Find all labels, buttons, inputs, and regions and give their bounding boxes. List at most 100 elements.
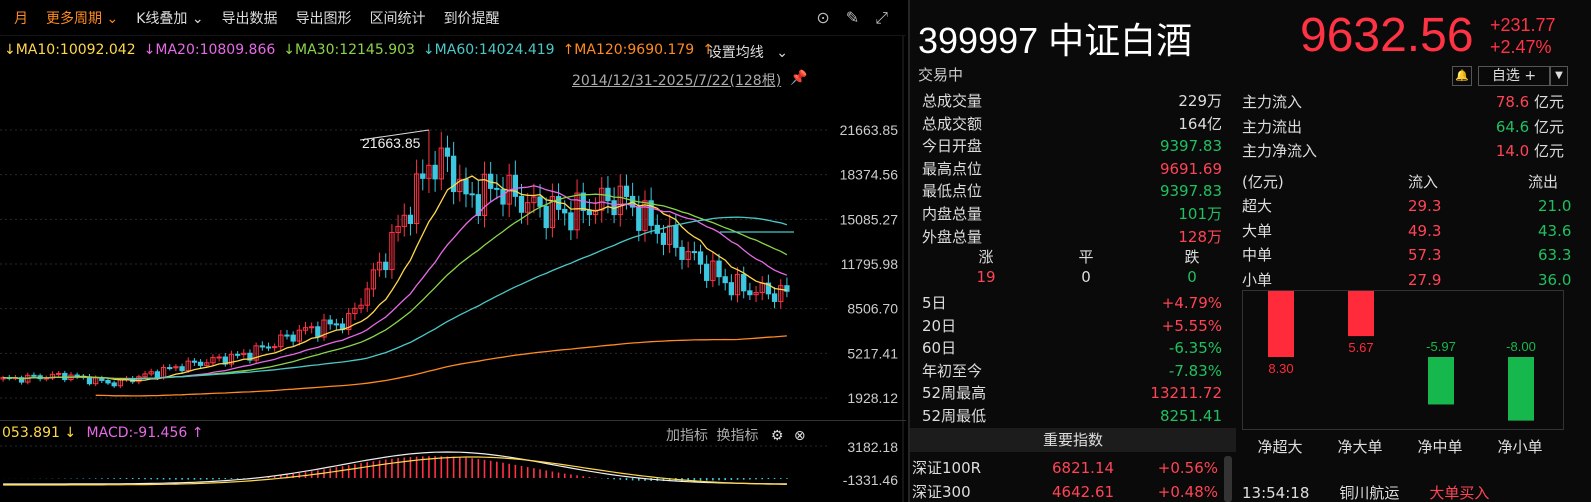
- arrow-up-icon: ↑: [191, 425, 204, 441]
- candle-body: [728, 282, 735, 296]
- candle-body: [259, 345, 265, 348]
- period-value: +5.55%: [1161, 316, 1222, 335]
- candle-body: [704, 263, 710, 281]
- candle-body: [407, 214, 414, 224]
- export-chart-button[interactable]: 导出图形: [296, 8, 352, 28]
- net-flow-bar: [1348, 291, 1374, 337]
- more-period-dropdown[interactable]: 更多周期 ⌄: [46, 8, 118, 28]
- kline-overlay-dropdown[interactable]: K线叠加 ⌄: [136, 8, 203, 28]
- candle-body: [31, 374, 37, 377]
- ma-legend-item: MA120:9690.179: [574, 42, 695, 58]
- net-flow-label: 净中单: [1417, 438, 1463, 456]
- candle-body: [191, 360, 198, 363]
- macd-dea-value: 053.891: [2, 425, 60, 441]
- advance-decline-label: 跌: [1184, 248, 1200, 266]
- flow-table-header-cell: 流出: [1528, 173, 1559, 191]
- change-percent: +2.47%: [1490, 37, 1552, 57]
- stat-row: 今日开盘 9397.83: [916, 135, 1236, 158]
- stat-row: 总成交量 229万: [916, 90, 1236, 113]
- kline-overlay-label: K线叠加: [136, 10, 188, 27]
- candle-body: [691, 251, 697, 254]
- ma-setting-dropdown[interactable]: 设置均线 ⌄: [708, 42, 796, 62]
- period-returns: 5日 +4.79% 20日 +5.55% 60日 -6.35% 年初至今 -7.83% 52周最…: [916, 292, 1236, 428]
- candle-body: [562, 208, 568, 214]
- candle-body: [586, 209, 593, 216]
- flow-table-cell: 小单: [1242, 270, 1273, 289]
- candle-body: [290, 334, 296, 342]
- macd-legend: 053.891 ↓ MACD:-91.456 ↑: [2, 425, 203, 441]
- index-row[interactable]: 深证100R 6821.14 +0.56%: [910, 456, 1236, 480]
- main-flow-value: 14.0 亿元: [1495, 142, 1564, 161]
- candle-body: [568, 212, 574, 231]
- price-change: +231.77 +2.47%: [1490, 14, 1556, 58]
- flow-table-cell: 49.3: [1408, 221, 1442, 240]
- close-icon[interactable]: ⊗: [794, 428, 806, 444]
- watchlist-dropdown-icon[interactable]: ▼: [1550, 66, 1568, 86]
- price-axis-label: 21663.85: [840, 122, 899, 138]
- stat-value: 229万: [1178, 92, 1222, 110]
- price-alert-button[interactable]: 到价提醒: [444, 8, 500, 28]
- index-value: 4642.61: [1052, 483, 1115, 501]
- index-section-header[interactable]: 重要指数: [910, 428, 1236, 452]
- candle-body: [660, 232, 667, 245]
- chevron-down-icon: ⌄: [191, 10, 204, 27]
- expand-icon[interactable]: ⤢: [875, 8, 888, 28]
- index-row[interactable]: 深证300 4642.61 +0.48%: [910, 480, 1236, 502]
- arrow-down-icon: ↓: [64, 425, 77, 441]
- period-month-button[interactable]: 月: [14, 8, 28, 28]
- stat-label: 内盘总量: [922, 204, 983, 223]
- index-value: 6821.14: [1052, 459, 1115, 477]
- candle-body: [722, 276, 728, 284]
- candle-body: [697, 251, 704, 265]
- ma-legend: ↓MA10:10092.042 ↓MA20:10809.866 ↓MA30:1214…: [4, 42, 904, 64]
- candle-body: [333, 323, 340, 326]
- chart-panel[interactable]: 21663.85 18374.56 15085.27 11795.98 8506.70 5…: [0, 0, 906, 502]
- brush-icon[interactable]: ✎: [846, 8, 859, 28]
- chevron-down-icon: ⌄: [776, 45, 788, 61]
- period-label: 60日: [922, 339, 957, 358]
- circle-chevron-icon[interactable]: ⊙: [816, 8, 829, 28]
- stat-value: 9397.83: [1159, 137, 1222, 156]
- date-range-label[interactable]: 2014/12/31-2025/7/22(128根): [572, 70, 781, 90]
- net-flow-chart: 8.30 5.67 -5.97 -8.00: [1242, 290, 1564, 430]
- main-flow-value: 78.6 亿元: [1495, 93, 1564, 111]
- period-row: 20日 +5.55%: [916, 315, 1236, 338]
- ma-legend-item: MA30:12145.903: [295, 42, 415, 58]
- flow-table-cell: 29.3: [1408, 197, 1442, 216]
- macd-axis-label: -1331.46: [843, 472, 898, 488]
- stat-row: 最高点位 9691.69: [916, 158, 1236, 181]
- period-label: 52周最高: [922, 384, 987, 403]
- export-data-button[interactable]: 导出数据: [222, 8, 278, 28]
- main-flow-row: 主力流入 78.6 亿元: [1238, 90, 1568, 115]
- flow-table-row: 超大 29.3 21.0: [1238, 194, 1571, 218]
- index-scrollbar[interactable]: [1224, 456, 1232, 502]
- main-flow-label: 主力流入: [1242, 93, 1303, 111]
- candle-body: [197, 361, 204, 366]
- change-amount: +231.77: [1490, 15, 1556, 35]
- candle-body: [747, 290, 753, 296]
- net-flow-bar-label: -8.00: [1506, 339, 1536, 354]
- pin-icon[interactable]: 📌: [790, 70, 807, 86]
- candle-body: [432, 164, 438, 180]
- flow-table-cell: 大单: [1242, 221, 1273, 240]
- index-list: 深证100R 6821.14 +0.56% 深证300 4642.61 +0.48%: [910, 456, 1236, 502]
- candle-body: [111, 382, 117, 387]
- price-axis-label: 1928.12: [847, 390, 898, 406]
- main-flow-row: 主力净流入 14.0 亿元: [1238, 139, 1568, 164]
- last-price: 9632.56: [1300, 9, 1474, 62]
- index-title: 399997 中证白酒: [918, 20, 1193, 61]
- candle-body: [741, 273, 747, 292]
- flow-table-cell: 36.0: [1538, 270, 1572, 289]
- gear-icon[interactable]: ⚙: [771, 428, 784, 444]
- period-row: 60日 -6.35%: [916, 337, 1236, 360]
- bell-icon[interactable]: 🔔: [1452, 66, 1472, 86]
- period-row: 52周最低 8251.41: [916, 405, 1236, 428]
- ma-line: [3, 175, 787, 382]
- swap-indicator-button[interactable]: 换指标: [716, 428, 758, 444]
- candle-body: [309, 326, 315, 329]
- add-indicator-button[interactable]: 加指标: [666, 428, 708, 444]
- candle-body: [265, 346, 272, 349]
- add-watchlist-button[interactable]: 自选 +: [1478, 66, 1550, 86]
- stat-value: 128万: [1178, 227, 1222, 246]
- range-stats-button[interactable]: 区间统计: [370, 8, 426, 28]
